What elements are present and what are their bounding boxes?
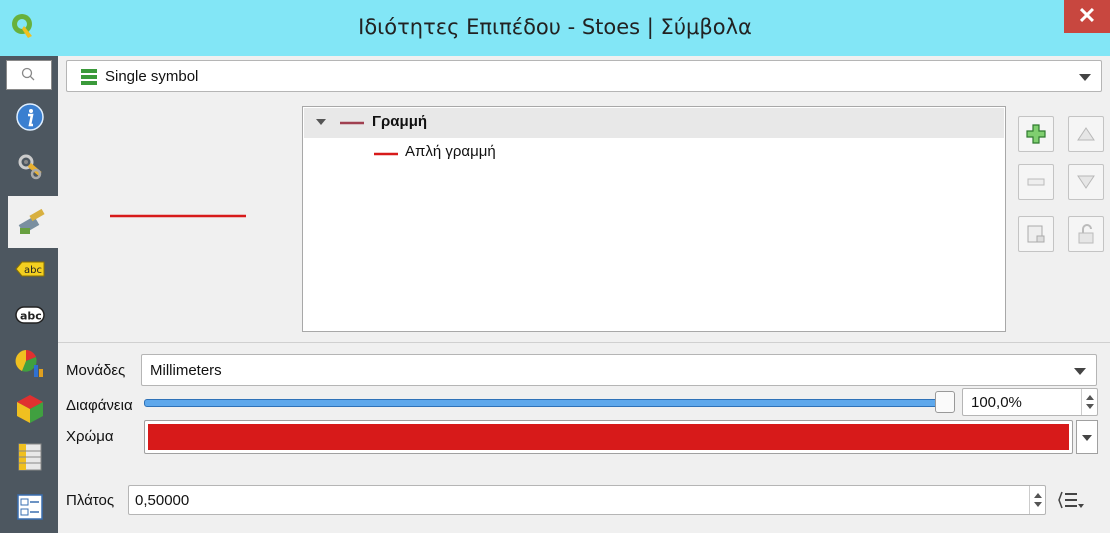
renderer-select[interactable]: Single symbol [66, 60, 1102, 92]
line-symbol-icon [340, 121, 364, 125]
sidebar-item-3d[interactable] [4, 386, 56, 432]
opacity-spinbox[interactable]: 100,0% [962, 388, 1098, 416]
sidebar-search-input[interactable] [6, 60, 52, 90]
simple-line-icon [374, 152, 398, 156]
opacity-slider[interactable] [144, 399, 950, 407]
units-label: Μονάδες [66, 362, 126, 379]
title-bar: Ιδιότητες Επιπέδου - Stoes | Σύμβολα ✕ [0, 0, 1110, 56]
expand-arrow-icon[interactable] [316, 119, 326, 125]
width-label: Πλάτος [66, 492, 115, 509]
mask-icon-text: abc [20, 310, 42, 323]
chevron-down-icon [1074, 368, 1086, 375]
data-defined-icon [1058, 491, 1084, 509]
symbology-panel: Single symbol Γραμμή Απλή γραμμή Μονάδες… [58, 56, 1110, 533]
opacity-slider-handle[interactable] [935, 391, 955, 413]
sidebar-item-masks[interactable]: abc [4, 292, 56, 338]
sidebar-item-attributes-form[interactable] [4, 484, 56, 530]
move-up-button[interactable] [1068, 116, 1104, 152]
spinner-arrows-icon[interactable] [1029, 486, 1045, 514]
arrow-down-icon [1077, 175, 1095, 189]
attributes-form-icon [17, 494, 43, 520]
single-symbol-icon [81, 69, 97, 85]
chevron-down-icon [1082, 435, 1092, 441]
sidebar-item-labels[interactable]: abc [4, 246, 56, 292]
arrow-up-icon [1077, 127, 1095, 141]
symbology-brush-icon [18, 208, 45, 234]
sidebar-item-source[interactable] [4, 144, 56, 190]
mask-abc-icon: abc [15, 306, 45, 324]
source-settings-icon [18, 154, 42, 180]
color-menu-button[interactable] [1076, 420, 1098, 454]
labels-abc-icon: abc [15, 261, 45, 277]
fields-icon [18, 443, 42, 471]
symbol-layer-tree[interactable]: Γραμμή Απλή γραμμή [302, 106, 1006, 332]
lock-color-button[interactable] [1068, 216, 1104, 252]
sidebar-item-fields[interactable] [4, 434, 56, 480]
data-defined-override-button[interactable] [1056, 487, 1088, 513]
color-label: Χρώμα [66, 428, 114, 445]
search-icon [21, 67, 35, 81]
3d-view-icon [17, 395, 43, 423]
diagrams-icon [15, 350, 43, 377]
tree-row-root[interactable]: Γραμμή [304, 108, 1004, 138]
info-icon [16, 103, 44, 131]
spinner-arrows-icon[interactable] [1081, 389, 1097, 415]
units-select-value: Millimeters [150, 362, 222, 379]
tree-root-label: Γραμμή [372, 113, 428, 130]
opacity-value: 100,0% [971, 394, 1022, 411]
units-select[interactable]: Millimeters [141, 354, 1097, 386]
divider [58, 342, 1110, 343]
close-button[interactable]: ✕ [1064, 0, 1110, 33]
duplicate-icon [1027, 225, 1045, 243]
chevron-down-icon [1079, 74, 1091, 81]
tree-child-label: Απλή γραμμή [405, 143, 496, 160]
tree-row-child[interactable]: Απλή γραμμή [304, 139, 1004, 169]
width-spinbox[interactable]: 0,50000 [128, 485, 1046, 515]
sidebar-item-information[interactable] [4, 94, 56, 140]
symbol-preview [110, 214, 246, 218]
opacity-label: Διαφάνεια [66, 397, 133, 414]
sidebar-item-symbology[interactable] [8, 196, 58, 248]
remove-icon [1027, 178, 1045, 186]
sidebar: abc abc [0, 56, 58, 533]
duplicate-symbol-layer-button[interactable] [1018, 216, 1054, 252]
move-down-button[interactable] [1068, 164, 1104, 200]
color-button[interactable] [144, 420, 1073, 454]
color-swatch [148, 424, 1069, 450]
add-icon [1026, 124, 1046, 144]
lock-icon [1078, 224, 1094, 244]
remove-symbol-layer-button[interactable] [1018, 164, 1054, 200]
add-symbol-layer-button[interactable] [1018, 116, 1054, 152]
renderer-select-value: Single symbol [105, 68, 199, 85]
width-value: 0,50000 [135, 492, 190, 509]
sidebar-item-diagrams[interactable] [4, 340, 56, 386]
labels-icon-text: abc [24, 265, 42, 276]
window-title: Ιδιότητες Επιπέδου - Stoes | Σύμβολα [358, 15, 752, 39]
